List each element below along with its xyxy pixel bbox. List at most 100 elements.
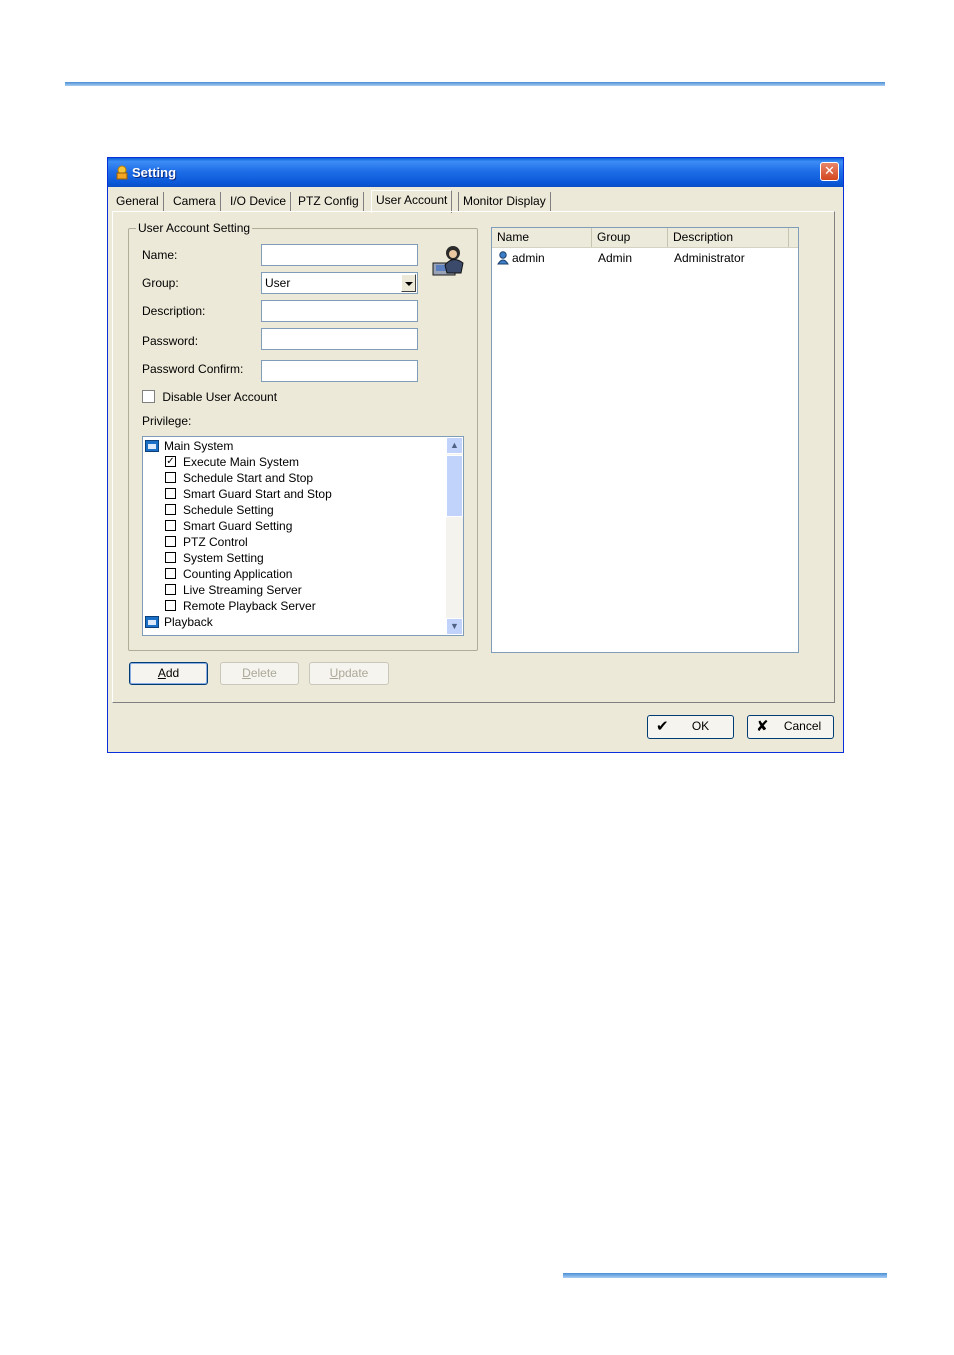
checkbox-icon[interactable] (165, 472, 176, 483)
tree-folder-main-system[interactable]: Main System (145, 438, 233, 454)
add-button[interactable]: Add (129, 662, 208, 685)
tree-item[interactable]: Smart Guard Setting (165, 518, 292, 534)
tree-item[interactable]: Schedule Start and Stop (165, 470, 313, 486)
tree-label: Live Streaming Server (183, 583, 302, 597)
checkbox-icon[interactable] (165, 488, 176, 499)
group-legend: User Account Setting (136, 221, 253, 235)
group-select[interactable]: User (261, 272, 418, 294)
tree-label: Playback (164, 615, 213, 629)
description-label: Description: (142, 304, 206, 318)
checkmark-icon: ✔ (656, 718, 669, 735)
tree-folder-playback[interactable]: Playback (145, 614, 213, 630)
delete-label: elete (250, 666, 277, 680)
tab-monitor-display[interactable]: Monitor Display (458, 192, 551, 211)
column-header-name[interactable]: Name (492, 228, 592, 247)
checkbox-icon[interactable] (165, 568, 176, 579)
tree-item[interactable]: Counting Application (165, 566, 292, 582)
scroll-thumb[interactable] (446, 455, 463, 517)
setting-window: Setting ✕ General Camera I/O Device PTZ … (107, 157, 844, 753)
name-label: Name: (142, 248, 178, 262)
scroll-down-button[interactable]: ▼ (446, 618, 463, 635)
privilege-tree[interactable]: Main System ✓ Execute Main System Schedu… (142, 436, 464, 636)
scroll-up-button[interactable]: ▲ (446, 437, 463, 454)
tree-item[interactable]: PTZ Control (165, 534, 248, 550)
ok-button[interactable]: ✔ OK (647, 715, 734, 739)
add-label: dd (165, 666, 180, 680)
tree-label: Smart Guard Setting (183, 519, 293, 533)
ok-label: OK (691, 719, 710, 733)
column-header-group[interactable]: Group (592, 228, 668, 247)
checkbox-icon[interactable] (165, 552, 176, 563)
chevron-down-icon[interactable] (401, 274, 416, 292)
tab-user-account[interactable]: User Account (371, 190, 453, 213)
table-row[interactable]: admin Admin Administrator (492, 249, 798, 267)
cell-name: admin (512, 251, 545, 265)
window-title: Setting (132, 165, 177, 180)
cell-description: Administrator (674, 251, 745, 265)
password-confirm-field[interactable] (261, 360, 418, 382)
user-list-header: Name Group Description (492, 228, 798, 248)
password-field[interactable] (261, 328, 418, 350)
tree-item[interactable]: Schedule Setting (165, 502, 274, 518)
x-icon: ✘ (756, 718, 769, 735)
checkbox-icon[interactable] (165, 584, 176, 595)
tree-label: Remote Playback Server (183, 599, 316, 613)
update-button[interactable]: Update (309, 662, 389, 685)
password-confirm-label: Password Confirm: (142, 362, 244, 376)
cell-group: Admin (598, 251, 633, 265)
close-icon: ✕ (824, 163, 835, 178)
tree-label: Counting Application (183, 567, 293, 581)
chevron-up-icon: ▲ (450, 440, 459, 450)
user-computer-icon (432, 246, 464, 276)
tree-label: Main System (164, 439, 234, 453)
checkbox-icon[interactable] (165, 504, 176, 515)
page-header-rule (65, 82, 885, 86)
title-bar[interactable]: Setting ✕ (108, 158, 843, 187)
password-label: Password: (142, 334, 199, 348)
tree-item[interactable]: Remote Playback Server (165, 598, 316, 614)
checkbox-icon[interactable] (165, 536, 176, 547)
cancel-label: Cancel (783, 719, 822, 733)
close-button[interactable]: ✕ (820, 162, 839, 181)
update-access-key: U (329, 666, 339, 680)
group-label: Group: (142, 276, 179, 290)
delete-button[interactable]: Delete (220, 662, 299, 685)
folder-icon (145, 440, 159, 452)
tab-ptz-config[interactable]: PTZ Config (294, 192, 364, 211)
add-access-key: A (157, 666, 166, 680)
checkbox-box[interactable] (142, 390, 155, 403)
privilege-label: Privilege: (142, 414, 192, 428)
checkbox-checked-icon[interactable]: ✓ (165, 456, 176, 467)
page-footer-rule (563, 1273, 887, 1278)
vertical-scrollbar[interactable]: ▲ ▼ (446, 437, 463, 635)
group-select-value: User (265, 276, 291, 290)
tab-general[interactable]: General (112, 192, 164, 211)
tree-label: System Setting (183, 551, 264, 565)
tree-label: Smart Guard Start and Stop (183, 487, 332, 501)
chevron-down-icon: ▼ (450, 621, 459, 631)
settings-app-icon (116, 165, 128, 180)
tree-label: Schedule Setting (183, 503, 274, 517)
folder-icon (145, 616, 159, 628)
delete-access-key: D (242, 666, 251, 680)
description-field[interactable] (261, 300, 418, 322)
tree-label: PTZ Control (183, 535, 248, 549)
column-header-description[interactable]: Description (668, 228, 789, 247)
cancel-button[interactable]: ✘ Cancel (747, 715, 834, 739)
tab-io-device[interactable]: I/O Device (226, 192, 292, 211)
disable-user-account-checkbox[interactable]: Disable User Account (142, 390, 277, 404)
tree-label: Schedule Start and Stop (183, 471, 314, 485)
tree-item[interactable]: System Setting (165, 550, 264, 566)
update-label: pdate (338, 666, 369, 680)
name-field[interactable] (261, 244, 418, 266)
tree-label: Execute Main System (183, 455, 300, 469)
tree-item[interactable]: Smart Guard Start and Stop (165, 486, 332, 502)
user-list[interactable]: Name Group Description admin Admin Admin… (491, 227, 799, 653)
admin-user-icon (497, 251, 509, 265)
checkbox-icon[interactable] (165, 520, 176, 531)
checkbox-icon[interactable] (165, 600, 176, 611)
disable-user-account-label: Disable User Account (162, 390, 278, 404)
tree-item[interactable]: ✓ Execute Main System (165, 454, 299, 470)
tree-item[interactable]: Live Streaming Server (165, 582, 302, 598)
tab-camera[interactable]: Camera (169, 192, 221, 211)
